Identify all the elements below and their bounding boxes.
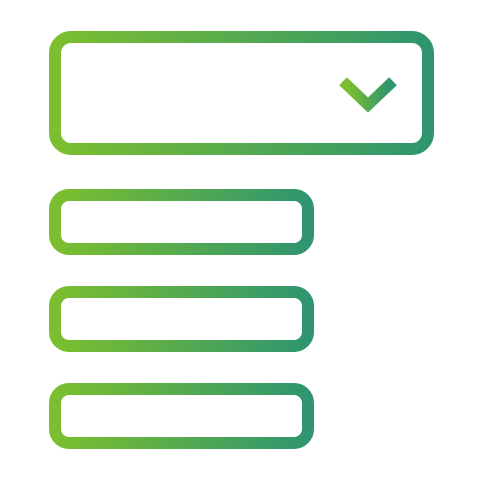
dropdown-options-list <box>49 189 314 449</box>
dropdown-option-2[interactable] <box>49 286 314 352</box>
dropdown-select[interactable] <box>49 31 434 155</box>
chevron-down-icon[interactable] <box>339 77 397 113</box>
icon-canvas <box>0 0 484 484</box>
dropdown-select-box[interactable] <box>49 31 434 155</box>
dropdown-option-3[interactable] <box>49 383 314 449</box>
dropdown-option-1[interactable] <box>49 189 314 255</box>
dropdown-list-icon <box>49 31 434 449</box>
